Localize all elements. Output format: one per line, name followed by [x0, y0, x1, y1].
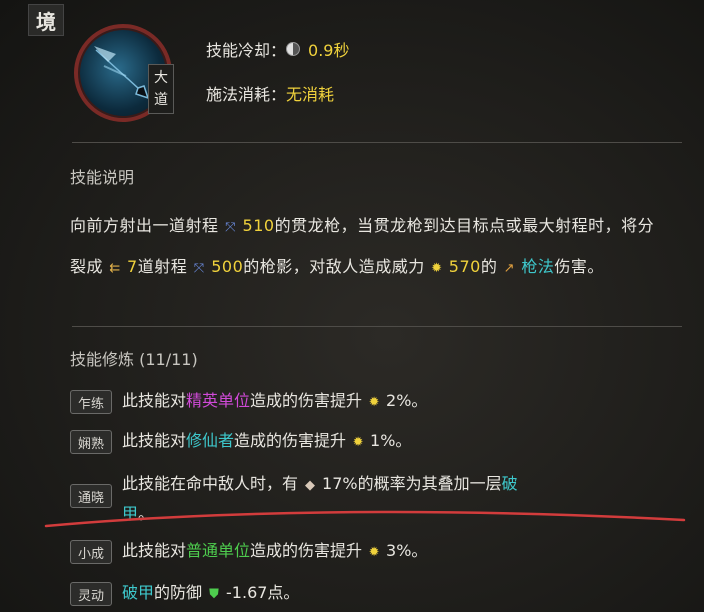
annotation-underline — [44, 510, 686, 528]
skill-tooltip-panel: 境 大 道 技能冷却： 0.9秒 施法消耗： 无消耗 技能说明 向前方射出一道射… — [0, 0, 704, 612]
